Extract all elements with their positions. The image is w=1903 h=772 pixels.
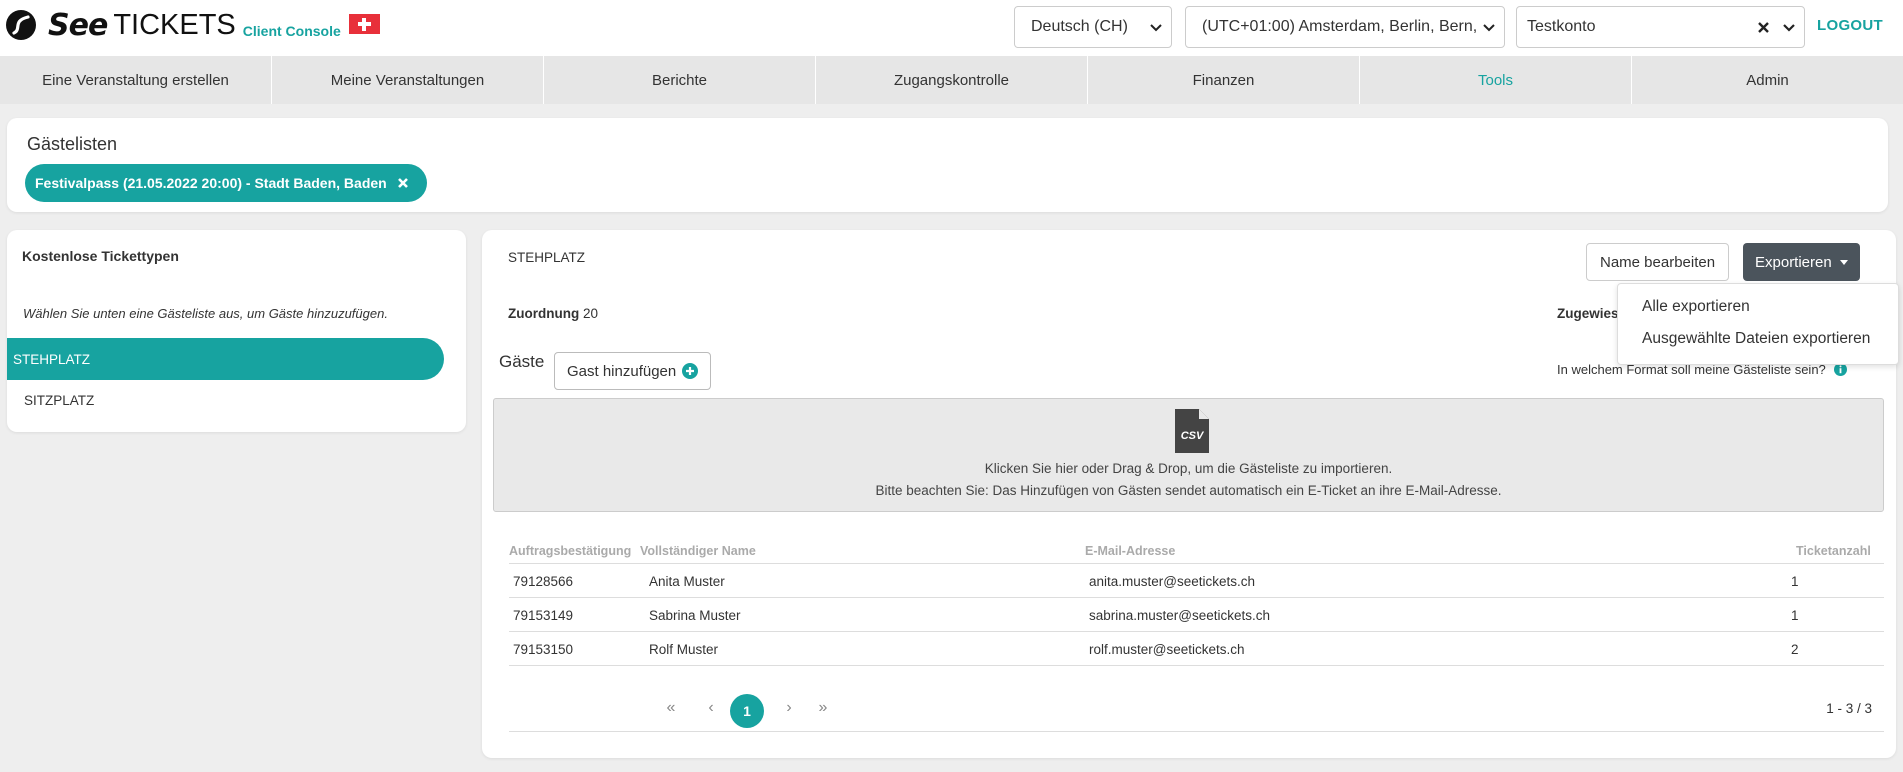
ticket-types-hint: Wählen Sie unten eine Gästeliste aus, um…	[23, 306, 388, 321]
ticket-count: 2	[1791, 642, 1799, 657]
allocation-label: Zuordnung	[508, 306, 580, 321]
guest-name: Anita Muster	[649, 574, 725, 589]
guest-name: Sabrina Muster	[649, 608, 741, 623]
order-number: 79153150	[513, 642, 574, 657]
client-console-label: Client Console	[242, 23, 341, 39]
nav-item-admin[interactable]: Admin	[1632, 56, 1903, 104]
pagination: « ‹ 1 › » 1 - 3 / 3	[509, 684, 1884, 732]
ticket-type-sitzplatz[interactable]: SITZPLATZ	[7, 379, 444, 421]
assigned-label: Zugewies	[1557, 306, 1619, 321]
add-guest-label: Gast hinzufügen	[567, 362, 677, 380]
order-number: 79128566	[513, 574, 574, 589]
ticket-count: 1	[1791, 574, 1799, 589]
export-menu: Alle exportieren Ausgewählte Dateien exp…	[1617, 283, 1899, 365]
caret-down-icon	[1839, 259, 1848, 265]
event-filter-label: Festivalpass (21.05.2022 20:00) - Stadt …	[35, 175, 387, 191]
column-header-email[interactable]: E-Mail-Adresse	[1085, 544, 1175, 558]
dropzone-instruction: Klicken Sie hier oder Drag & Drop, um di…	[984, 461, 1393, 476]
event-filter-chip[interactable]: Festivalpass (21.05.2022 20:00) - Stadt …	[25, 164, 427, 202]
table-row[interactable]: 79128566 Anita Muster anita.muster@seeti…	[509, 564, 1884, 598]
clear-icon[interactable]	[1757, 21, 1770, 34]
ticket-type-stehplatz[interactable]: STEHPLATZ	[7, 338, 444, 380]
edit-name-button[interactable]: Name bearbeiten	[1586, 243, 1730, 281]
nav-item-tools[interactable]: Tools	[1360, 56, 1632, 104]
logo-see-text: See	[48, 7, 108, 43]
main-nav: Eine Veranstaltung erstellen Meine Veran…	[0, 56, 1903, 104]
plus-circle-icon	[682, 363, 699, 379]
nav-item-create-event[interactable]: Eine Veranstaltung erstellen	[0, 56, 272, 104]
add-guest-button[interactable]: Gast hinzufügen	[554, 352, 712, 390]
ticket-types-card: Kostenlose Tickettypen Wählen Sie unten …	[7, 230, 466, 432]
chevron-down-icon	[1150, 24, 1162, 32]
chevron-down-icon	[1483, 24, 1495, 32]
account-select-value: Testkonto	[1527, 18, 1596, 35]
swiss-flag-icon	[348, 14, 380, 34]
export-button[interactable]: Exportieren	[1743, 243, 1860, 281]
logout-link[interactable]: LOGOUT	[1817, 17, 1883, 34]
guests-table: Auftragsbestätigung Vollständiger Name E…	[509, 536, 1884, 666]
top-header: See TICKETS Client Console Deutsch (CH) …	[0, 0, 1903, 56]
page-button-current[interactable]: 1	[730, 694, 764, 728]
language-select-value: Deutsch (CH)	[1031, 18, 1128, 35]
column-header-order[interactable]: Auftragsbestätigung	[509, 544, 631, 558]
export-all-item[interactable]: Alle exportieren	[1642, 298, 1750, 316]
guests-heading: Gäste	[499, 352, 545, 371]
pagination-count: 1 - 3 / 3	[1826, 701, 1872, 716]
logo-tickets-text: TICKETS	[113, 8, 236, 41]
table-row[interactable]: 79153149 Sabrina Muster sabrina.muster@s…	[509, 598, 1884, 632]
chevron-down-icon[interactable]	[1782, 20, 1796, 34]
allocation-value: 20	[583, 306, 599, 321]
guestlist-title: STEHPLATZ	[508, 250, 586, 265]
page-title: Gästelisten	[27, 134, 118, 154]
allocation-info: Zuordnung 20	[508, 306, 598, 321]
table-row[interactable]: 79153150 Rolf Muster rolf.muster@seetick…	[509, 632, 1884, 666]
column-header-name[interactable]: Vollständiger Name	[640, 544, 756, 558]
csv-file-icon: CSV	[1175, 409, 1209, 453]
first-page-icon[interactable]: «	[661, 698, 681, 718]
ticket-types-title: Kostenlose Tickettypen	[22, 248, 179, 264]
see-tickets-logo-icon	[6, 10, 36, 40]
nav-item-finances[interactable]: Finanzen	[1088, 56, 1360, 104]
csv-icon-label: CSV	[1181, 430, 1205, 442]
export-button-label: Exportieren	[1755, 253, 1832, 271]
guest-email: sabrina.muster@seetickets.ch	[1089, 608, 1271, 623]
export-selected-item[interactable]: Ausgewählte Dateien exportieren	[1642, 330, 1870, 348]
prev-page-icon[interactable]: ‹	[701, 698, 721, 718]
account-select[interactable]: Testkonto	[1516, 6, 1805, 48]
nav-item-my-events[interactable]: Meine Veranstaltungen	[272, 56, 544, 104]
guest-name: Rolf Muster	[649, 642, 719, 657]
remove-filter-icon[interactable]	[397, 177, 409, 189]
ticket-count: 1	[1791, 608, 1799, 623]
guest-email: rolf.muster@seetickets.ch	[1089, 642, 1245, 657]
timezone-select-value: (UTC+01:00) Amsterdam, Berlin, Bern,	[1202, 18, 1478, 35]
order-number: 79153149	[513, 608, 574, 623]
next-page-icon[interactable]: ›	[779, 698, 799, 718]
nav-item-access-control[interactable]: Zugangskontrolle	[816, 56, 1088, 104]
see-tickets-logo[interactable]: See TICKETS Client Console	[6, 7, 380, 43]
dropzone-note: Bitte beachten Sie: Das Hinzufügen von G…	[875, 483, 1502, 498]
nav-item-reports[interactable]: Berichte	[544, 56, 816, 104]
guestlists-card: Gästelisten Festivalpass (21.05.2022 20:…	[7, 118, 1888, 212]
language-select[interactable]: Deutsch (CH)	[1014, 6, 1172, 48]
csv-dropzone[interactable]: CSV Klicken Sie hier oder Drag & Drop, u…	[493, 398, 1884, 512]
guest-email: anita.muster@seetickets.ch	[1089, 574, 1256, 589]
column-header-ticket-count[interactable]: Ticketanzahl	[1796, 544, 1871, 558]
table-header: Auftragsbestätigung Vollständiger Name E…	[509, 536, 1884, 564]
timezone-select[interactable]: (UTC+01:00) Amsterdam, Berlin, Bern,	[1185, 6, 1505, 48]
last-page-icon[interactable]: »	[813, 698, 833, 718]
